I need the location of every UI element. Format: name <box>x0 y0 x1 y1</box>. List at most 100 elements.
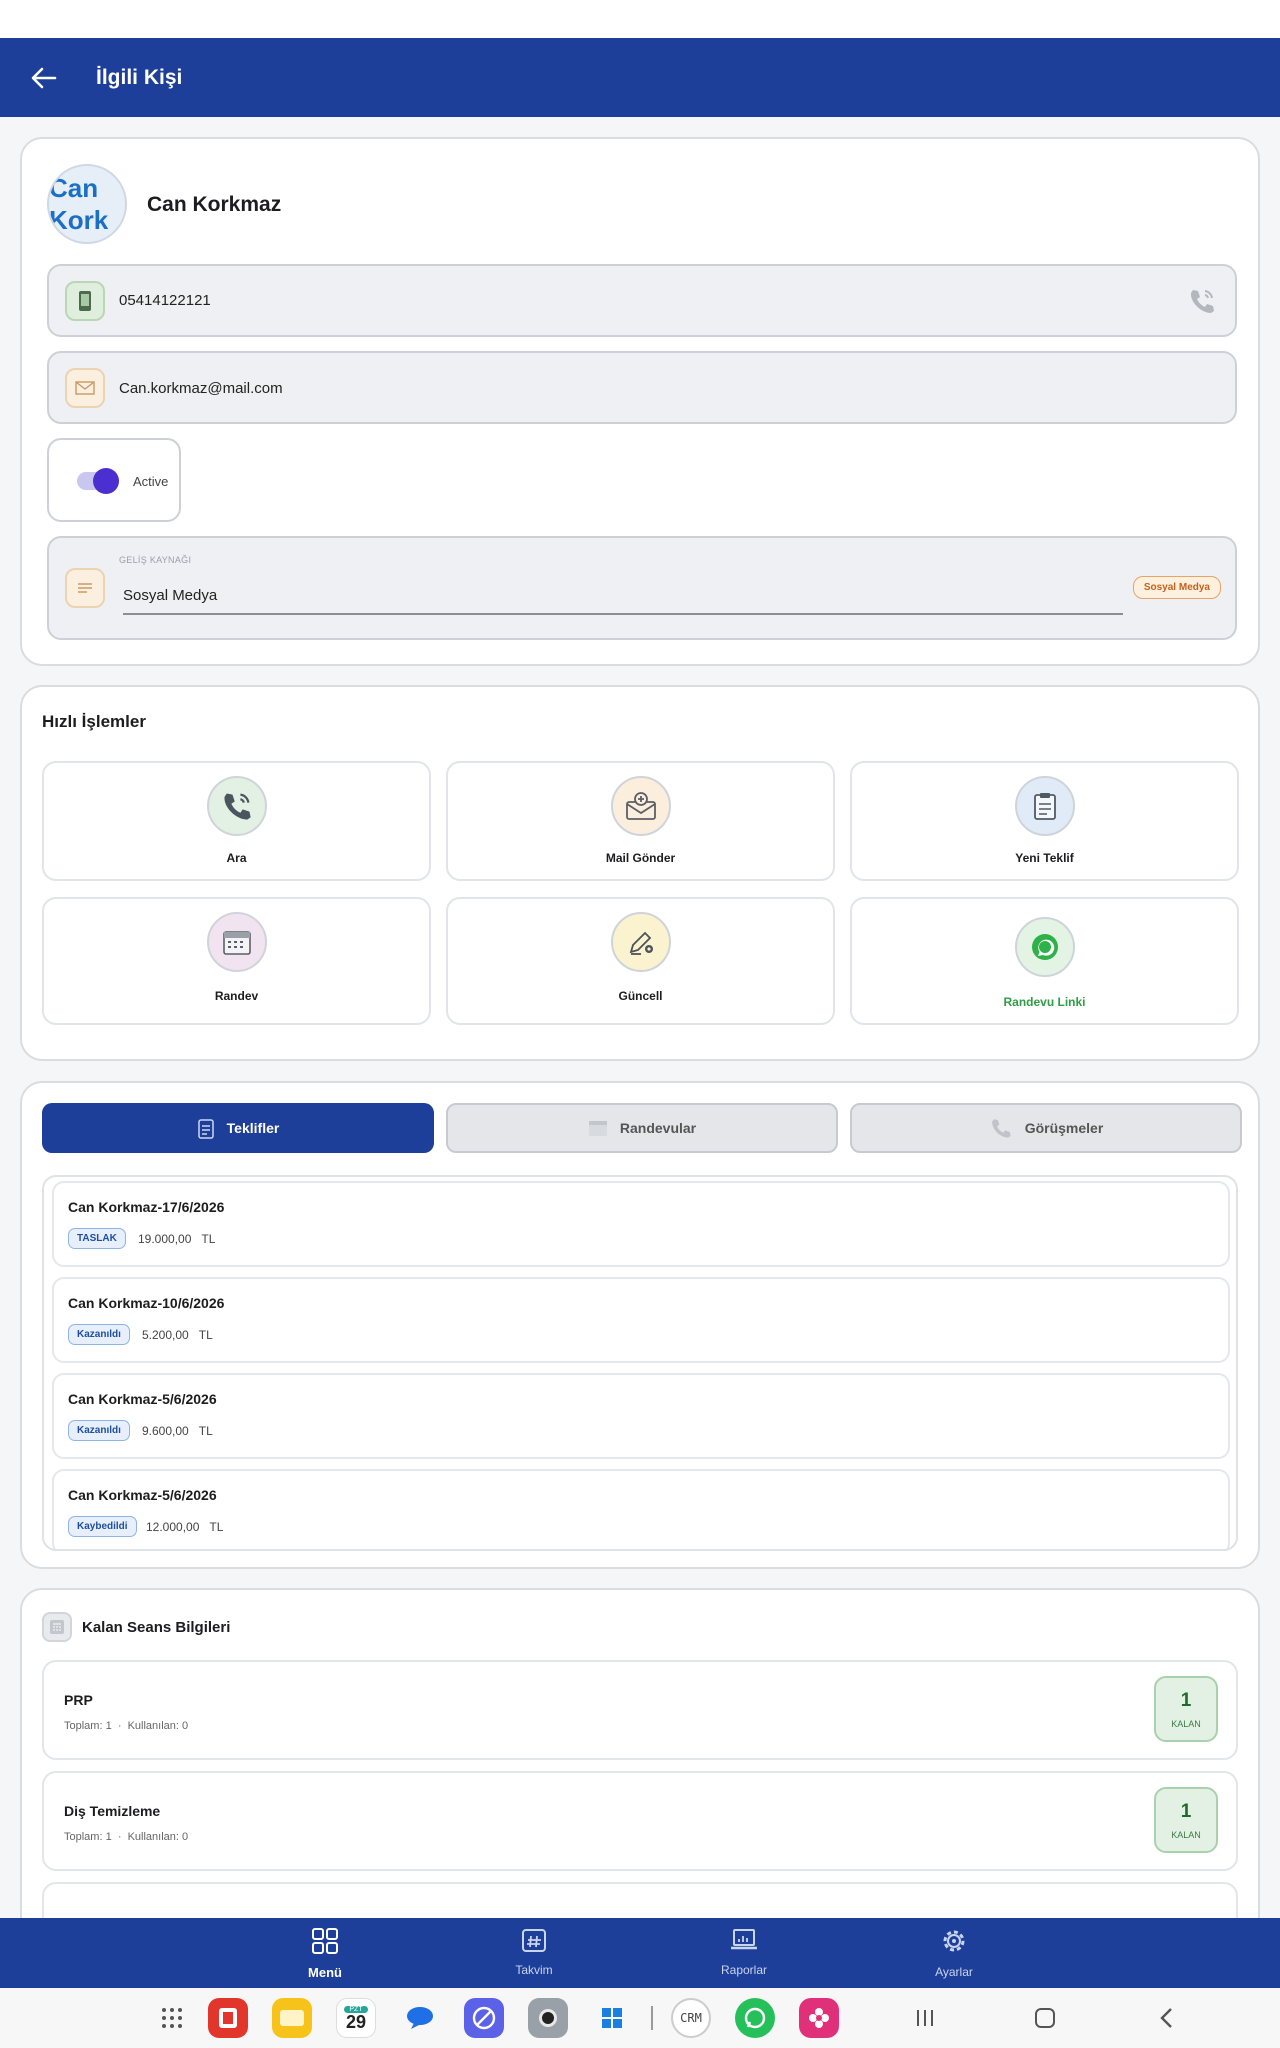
phone-call-icon <box>1190 290 1214 313</box>
amount-value: 19.000,00 <box>138 1232 192 1246</box>
remaining-badge: 1 KALAN <box>1154 1787 1218 1853</box>
quick-action-label: Randevu Linki <box>1003 995 1086 1009</box>
flipboard-icon[interactable] <box>208 1998 248 2038</box>
offer-amount: 5.200,00 TL <box>142 1328 213 1342</box>
toggle-label: Active <box>133 474 169 489</box>
quick-action-label: Güncell <box>618 989 663 1003</box>
system-taskbar: PZT 29 CRM <box>0 1988 1280 2048</box>
session-name: PRP <box>64 1692 93 1708</box>
camera-icon[interactable] <box>528 1998 568 2038</box>
quick-actions-card: Hızlı İşlemler Ara Mail Gönder Yeni Tekl… <box>20 685 1260 1061</box>
phone-call-icon <box>206 776 267 836</box>
calendar-app-icon[interactable]: PZT 29 <box>336 1998 376 2038</box>
tab-label: Teklifler <box>226 1120 280 1136</box>
email-address: Can.korkmaz@mail.com <box>119 380 283 397</box>
source-field[interactable]: GELİŞ KAYNAĞI Sosyal Medya Sosyal Medya <box>47 536 1237 640</box>
nav-settings[interactable]: Ayarlar <box>894 1926 1014 1979</box>
active-toggle[interactable] <box>77 468 119 494</box>
mail-send-icon <box>610 776 671 836</box>
toggle-knob <box>93 468 119 494</box>
clipboard-icon <box>197 1119 214 1139</box>
quick-action-mail[interactable]: Mail Gönder <box>446 761 835 881</box>
session-item[interactable]: PRP Toplam: 1 · Kullanılan: 0 1 KALAN <box>42 1660 1238 1760</box>
files-icon[interactable] <box>272 1998 312 2038</box>
laptop-chart-icon <box>731 1929 757 1950</box>
remaining-label: KALAN <box>1171 1719 1201 1729</box>
quick-action-label: Randev <box>214 989 259 1003</box>
home-button[interactable] <box>1025 1998 1065 2038</box>
whatsapp-icon <box>1014 917 1075 977</box>
nav-reports[interactable]: Raporlar <box>684 1926 804 1977</box>
offer-item[interactable]: Can Korkmaz-5/6/2026 Kazanıldı 9.600,00 … <box>52 1373 1230 1459</box>
offer-title: Can Korkmaz-5/6/2026 <box>68 1391 217 1407</box>
quick-action-label: Yeni Teklif <box>1015 851 1074 865</box>
quick-action-update[interactable]: Güncell <box>446 897 835 1025</box>
nav-label: Ayarlar <box>935 1965 973 1979</box>
currency: TL <box>201 1232 216 1246</box>
offer-item[interactable]: Can Korkmaz-17/6/2026 TASLAK 19.000,00 T… <box>52 1181 1230 1267</box>
app-drawer-icon[interactable] <box>152 1998 192 2038</box>
offer-title: Can Korkmaz-10/6/2026 <box>68 1295 225 1311</box>
amount-value: 5.200,00 <box>142 1328 189 1342</box>
phone-field[interactable]: 05414122121 <box>47 264 1237 337</box>
session-used: Kullanılan: 0 <box>127 1720 189 1732</box>
status-badge: Kaybedildi <box>68 1516 137 1537</box>
email-field[interactable]: Can.korkmaz@mail.com <box>47 351 1237 424</box>
quick-actions-title: Hızlı İşlemler <box>42 712 146 731</box>
envelope-icon <box>65 368 105 408</box>
nav-label: Menü <box>308 1965 342 1980</box>
offer-title: Can Korkmaz-5/6/2026 <box>68 1487 217 1503</box>
tab-appointments[interactable]: Randevular <box>446 1103 838 1153</box>
gallery-icon[interactable] <box>799 1998 839 2038</box>
gear-icon <box>943 1930 965 1952</box>
tab-calls[interactable]: Görüşmeler <box>850 1103 1242 1153</box>
calendar-app-date: 29 <box>345 2011 367 2032</box>
currency: TL <box>198 1424 213 1438</box>
calendar-icon <box>206 912 267 972</box>
session-item[interactable]: Diş Temizleme Toplam: 1 · Kullanılan: 0 … <box>42 1771 1238 1871</box>
avatar: Can Kork <box>47 164 127 244</box>
messages-icon[interactable] <box>400 1998 440 2038</box>
quick-action-call[interactable]: Ara <box>42 761 431 881</box>
status-badge: Kazanıldı <box>68 1420 130 1441</box>
contact-name: Can Korkmaz <box>147 193 282 216</box>
taskbar-divider <box>651 2006 653 2030</box>
status-badge: Kazanıldı <box>68 1324 130 1345</box>
session-total: Toplam: 1 <box>64 1720 112 1732</box>
crm-app-icon[interactable]: CRM <box>671 1998 711 2038</box>
avatar-initials: Can Kork <box>49 173 109 235</box>
internet-browser-icon[interactable] <box>464 1998 504 2038</box>
app-bar: İlgili Kişi <box>0 38 1280 117</box>
whatsapp-icon[interactable] <box>735 1998 775 2038</box>
crm-label: CRM <box>680 2011 702 2025</box>
phone-call-icon <box>991 1119 1011 1138</box>
offer-amount: 9.600,00 TL <box>142 1424 213 1438</box>
source-underline <box>123 613 1123 615</box>
session-meta: Toplam: 1 · Kullanılan: 0 <box>64 1831 189 1843</box>
remaining-count: 1 <box>1180 1801 1192 1822</box>
remaining-count: 1 <box>1180 1690 1192 1711</box>
page-title: İlgili Kişi <box>96 65 183 89</box>
quick-action-appointment-link[interactable]: Randevu Linki <box>850 897 1239 1025</box>
back-button[interactable] <box>22 56 66 100</box>
bottom-navigation: Menü Takvim Raporlar Ayarlar <box>0 1918 1280 1988</box>
quick-action-new-offer[interactable]: Yeni Teklif <box>850 761 1239 881</box>
offer-item[interactable]: Can Korkmaz-5/6/2026 Kaybedildi 12.000,0… <box>52 1469 1230 1549</box>
phone-number: 05414122121 <box>119 292 211 309</box>
recent-apps-button[interactable] <box>905 1998 945 2038</box>
calendar-hash-icon <box>522 1929 546 1952</box>
status-bar <box>0 0 1280 38</box>
session-name: Diş Temizleme <box>64 1803 161 1819</box>
grid-icon <box>312 1928 338 1954</box>
tab-offers[interactable]: Teklifler <box>42 1103 434 1153</box>
quick-action-appointment[interactable]: Randev <box>42 897 431 1025</box>
offer-item[interactable]: Can Korkmaz-10/6/2026 Kazanıldı 5.200,00… <box>52 1277 1230 1363</box>
nav-back-button[interactable] <box>1147 1998 1187 2038</box>
call-button[interactable] <box>1187 286 1219 318</box>
nav-calendar[interactable]: Takvim <box>474 1926 594 1977</box>
arrow-left-icon <box>31 67 57 88</box>
nav-menu[interactable]: Menü <box>265 1926 385 1980</box>
remaining-badge: 1 KALAN <box>1154 1676 1218 1742</box>
session-used: Kullanılan: 0 <box>127 1831 189 1843</box>
windows-icon[interactable] <box>592 1998 632 2038</box>
